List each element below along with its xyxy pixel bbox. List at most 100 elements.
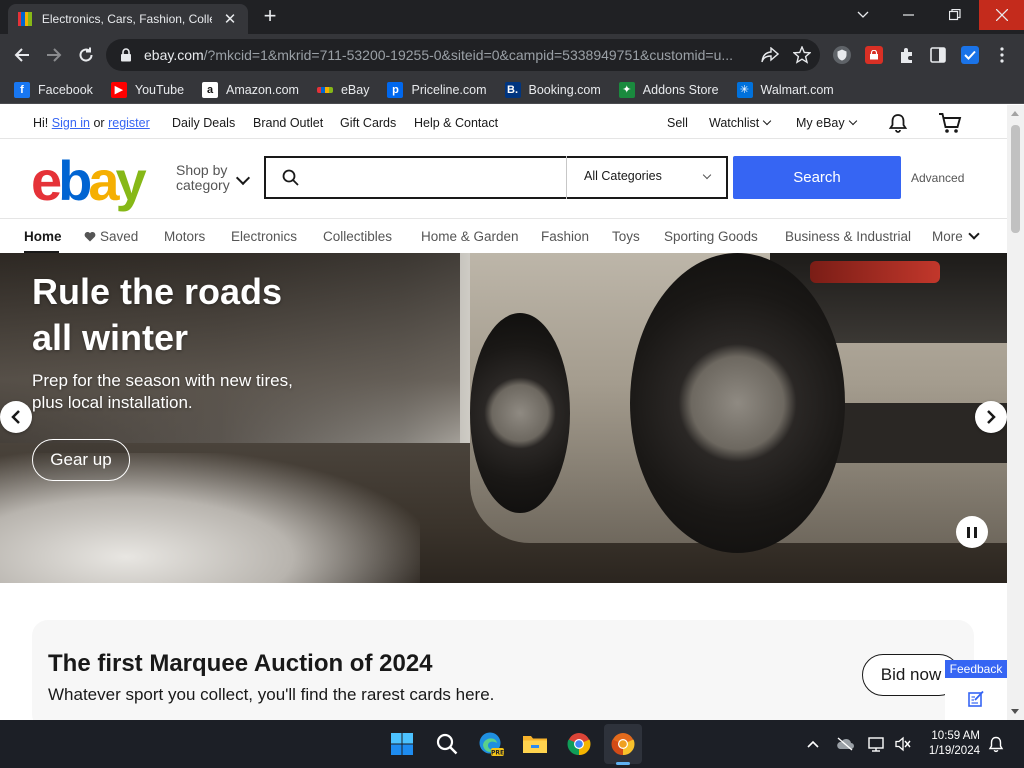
volume-muted-icon[interactable] [894, 736, 912, 752]
category-collectibles[interactable]: Collectibles [323, 229, 392, 244]
bookmark-label: Priceline.com [411, 82, 487, 97]
my-ebay-menu[interactable]: My eBay [796, 116, 857, 130]
gift-cards-link[interactable]: Gift Cards [340, 116, 396, 130]
category-electronics[interactable]: Electronics [231, 229, 297, 244]
bookmark-ebay[interactable]: eBay [316, 83, 369, 97]
sign-in-link[interactable]: Sign in [52, 116, 90, 130]
show-hidden-icons-chevron-up-icon[interactable] [805, 736, 821, 752]
taskbar-clock[interactable]: 10:59 AM 1/19/2024 [918, 729, 980, 759]
forward-button[interactable] [42, 43, 66, 67]
marquee-auction-card[interactable]: The first Marquee Auction of 2024 Whatev… [32, 620, 974, 720]
chevron-down-icon [857, 11, 869, 18]
minimize-button[interactable] [886, 0, 932, 30]
daily-deals-link[interactable]: Daily Deals [172, 116, 235, 130]
extensions-puzzle-icon[interactable] [898, 46, 916, 64]
arrow-left-icon [14, 48, 29, 62]
network-display-icon[interactable] [868, 736, 886, 752]
scrollbar-thumb[interactable] [1011, 125, 1020, 233]
ebay-logo[interactable]: ebay [31, 151, 147, 211]
chrome-canary-icon[interactable] [609, 730, 637, 758]
sell-link[interactable]: Sell [667, 116, 688, 130]
category-business-industrial[interactable]: Business & Industrial [785, 229, 911, 244]
bookmark-amazon-com[interactable]: a Amazon.com [202, 81, 299, 98]
new-tab-button[interactable]: + [258, 4, 282, 30]
watchlist-menu[interactable]: Watchlist [709, 116, 772, 130]
page-scrollbar[interactable] [1007, 105, 1024, 720]
category-select-value: All Categories [584, 169, 662, 183]
taskbar-search-icon[interactable] [433, 730, 461, 758]
heart-icon [84, 231, 96, 242]
category-motors[interactable]: Motors [164, 229, 205, 244]
scroll-down-arrow-icon[interactable] [1011, 709, 1019, 714]
youtube-icon: ▶ [110, 81, 127, 98]
chevron-down-icon [848, 116, 857, 126]
browser-tab-ebay[interactable]: Electronics, Cars, Fashion, Collectibles… [8, 4, 248, 34]
edge-beta-icon[interactable]: PRE [477, 730, 505, 758]
greeting-text: Hi! [33, 116, 49, 130]
shop-by-category-button[interactable]: Shop by category [176, 163, 230, 193]
back-button[interactable] [10, 43, 34, 67]
category-home[interactable]: Home [24, 229, 62, 244]
tab-close-icon[interactable]: ✕ [222, 10, 238, 28]
brand-outlet-link[interactable]: Brand Outlet [253, 116, 323, 130]
shield-extension-icon[interactable] [833, 46, 851, 64]
cart-icon[interactable] [938, 112, 962, 137]
car-tail-light [810, 261, 940, 283]
category-home-garden[interactable]: Home & Garden [421, 229, 519, 244]
address-bar[interactable]: ebay.com/?mkcid=1&mkrid=711-53200-19255-… [106, 39, 820, 71]
carousel-prev-button[interactable] [0, 401, 32, 433]
bookmark-booking-com[interactable]: B. Booking.com [504, 81, 601, 98]
page-viewport: Hi! Sign in or register Daily Deals Bran… [0, 105, 1024, 720]
clock-time: 10:59 AM [931, 730, 980, 742]
help-contact-link[interactable]: Help & Contact [414, 116, 498, 130]
onedrive-cloud-icon[interactable] [836, 736, 854, 752]
ebay-icon [316, 86, 333, 93]
reload-button[interactable] [74, 43, 98, 67]
category-fashion[interactable]: Fashion [541, 229, 589, 244]
category-sporting-goods[interactable]: Sporting Goods [664, 229, 758, 244]
category-more-menu[interactable]: More [932, 228, 980, 244]
bookmark-addons-store[interactable]: ✦ Addons Store [618, 81, 719, 98]
priceline-icon: p [387, 81, 404, 98]
bookmark-walmart-com[interactable]: ✳ Walmart.com [736, 81, 834, 98]
notifications-bell-icon[interactable] [888, 113, 908, 136]
chrome-icon[interactable] [565, 730, 593, 758]
windows-start-icon[interactable] [388, 730, 416, 758]
adblock-extension-icon[interactable] [865, 46, 883, 64]
tab-search-button[interactable] [840, 0, 886, 30]
hero-title-line2: all winter [32, 317, 189, 358]
saved-label: Saved [100, 229, 139, 244]
booking-icon: B. [504, 81, 521, 98]
hero-banner[interactable]: Rule the roads all winter Prep for the s… [0, 253, 1007, 583]
file-explorer-icon[interactable] [521, 730, 549, 758]
amazon-icon: a [202, 81, 219, 98]
side-panel-icon[interactable] [929, 46, 947, 64]
category-select[interactable]: All Categories [566, 156, 728, 199]
feedback-tab[interactable]: Feedback [945, 660, 1007, 678]
carousel-next-button[interactable] [975, 401, 1007, 433]
category-saved[interactable]: Saved [84, 229, 138, 244]
notification-bell-icon[interactable] [988, 736, 1004, 752]
bookmark-facebook[interactable]: f Facebook [14, 81, 93, 98]
bookmark-star-icon[interactable] [793, 46, 811, 64]
scroll-up-arrow-icon[interactable] [1011, 111, 1019, 116]
restore-button[interactable] [932, 0, 978, 30]
carousel-pause-button[interactable] [956, 516, 988, 548]
chevron-left-icon [11, 410, 20, 424]
profile-check-icon[interactable] [961, 46, 979, 64]
register-link[interactable]: register [108, 116, 150, 130]
reload-icon [79, 47, 93, 62]
gear-up-button[interactable]: Gear up [32, 439, 130, 481]
category-toys[interactable]: Toys [612, 229, 640, 244]
advanced-search-link[interactable]: Advanced [911, 171, 964, 185]
bookmark-youtube[interactable]: ▶ YouTube [110, 81, 184, 98]
search-button[interactable]: Search [733, 156, 901, 199]
bookmark-priceline-com[interactable]: p Priceline.com [387, 81, 487, 98]
watchlist-label: Watchlist [709, 116, 760, 130]
feedback-button[interactable] [945, 678, 1007, 720]
close-window-button[interactable] [979, 0, 1024, 30]
chevron-right-icon [987, 410, 996, 424]
share-icon[interactable] [761, 46, 779, 64]
my-ebay-label: My eBay [796, 116, 845, 130]
chrome-menu-icon[interactable] [993, 46, 1011, 64]
